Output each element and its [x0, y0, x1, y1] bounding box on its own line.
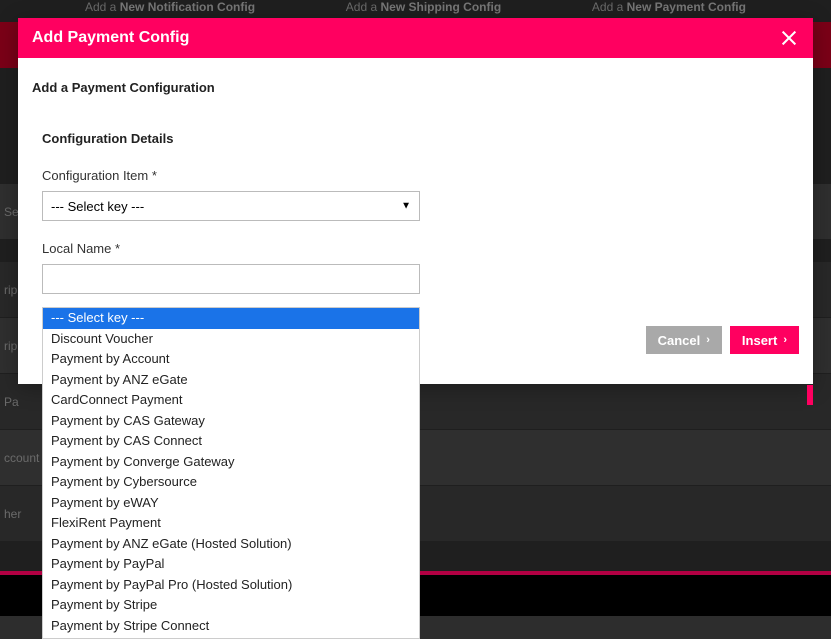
modal-subtitle: Add a Payment Configuration	[32, 80, 799, 95]
dropdown-option[interactable]: Payment by Stripe	[43, 595, 419, 616]
dropdown-option[interactable]: Payment by PayPal	[43, 554, 419, 575]
dropdown-option[interactable]: CardConnect Payment	[43, 390, 419, 411]
dropdown-option[interactable]: Payment by CAS Connect	[43, 431, 419, 452]
local-name-input[interactable]	[42, 264, 420, 294]
cancel-button[interactable]: Cancel›	[646, 326, 722, 354]
modal-header: Add Payment Config	[18, 18, 813, 58]
modal-body: Add a Payment Configuration Configuratio…	[18, 58, 813, 294]
config-item-select[interactable]: --- Select key --- ▼	[42, 191, 420, 221]
local-name-field: Local Name *	[42, 241, 420, 294]
modal-accent-tab	[807, 385, 813, 405]
dropdown-option[interactable]: Payment by eWAY	[43, 493, 419, 514]
config-item-field: Configuration Item * --- Select key --- …	[42, 168, 420, 221]
dropdown-option[interactable]: FlexiRent Payment	[43, 513, 419, 534]
config-item-dropdown[interactable]: --- Select key ---Discount VoucherPaymen…	[42, 307, 420, 639]
config-item-label: Configuration Item *	[42, 168, 420, 183]
dropdown-option[interactable]: Payment by Account	[43, 349, 419, 370]
section-title: Configuration Details	[42, 131, 799, 146]
dropdown-option[interactable]: Payment by CAS Gateway	[43, 411, 419, 432]
dropdown-option[interactable]: Payment by Converge Gateway	[43, 452, 419, 473]
insert-button[interactable]: Insert›	[730, 326, 799, 354]
local-name-label: Local Name *	[42, 241, 420, 256]
close-icon[interactable]	[779, 28, 799, 48]
chevron-right-icon: ›	[706, 334, 710, 346]
chevron-down-icon: ▼	[401, 201, 411, 212]
dropdown-option[interactable]: --- Select key ---	[43, 308, 419, 329]
dropdown-option[interactable]: Payment by Cybersource	[43, 472, 419, 493]
modal-footer: Cancel› Insert›	[646, 326, 799, 354]
modal-title: Add Payment Config	[32, 29, 189, 47]
dropdown-option[interactable]: Payment by PayPal Pro (Hosted Solution)	[43, 575, 419, 596]
config-item-value: --- Select key ---	[51, 199, 144, 214]
dropdown-option[interactable]: Discount Voucher	[43, 329, 419, 350]
chevron-right-icon: ›	[783, 334, 787, 346]
dropdown-option[interactable]: Payment by ANZ eGate (Hosted Solution)	[43, 534, 419, 555]
dropdown-option[interactable]: Payment by ANZ eGate	[43, 370, 419, 391]
dropdown-option[interactable]: Payment by Stripe Connect	[43, 616, 419, 637]
